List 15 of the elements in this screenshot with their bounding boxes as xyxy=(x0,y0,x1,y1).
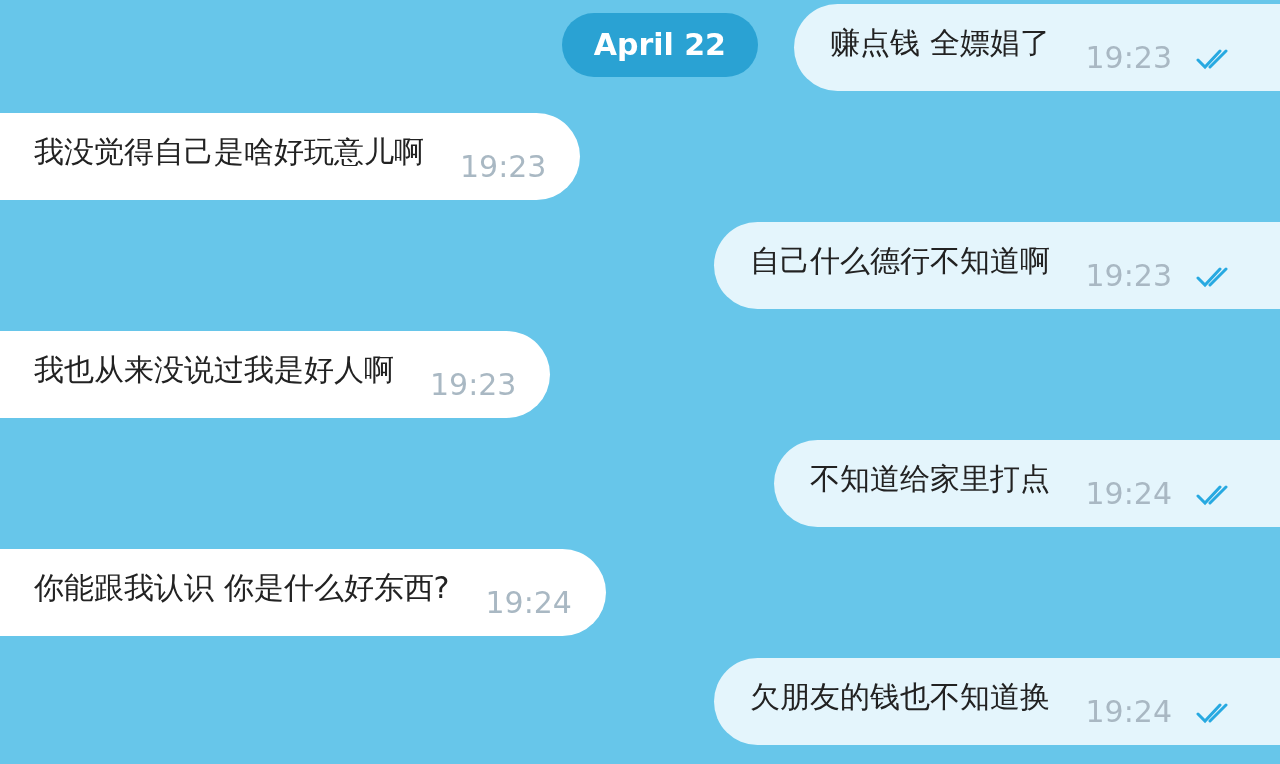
message-text: 你能跟我认识 你是什么好东西? xyxy=(34,569,450,607)
message-time: 19:24 xyxy=(1085,694,1172,729)
message-time: 19:23 xyxy=(460,149,547,184)
message-time: 19:24 xyxy=(485,585,572,620)
message-time: 19:23 xyxy=(1085,40,1172,75)
message-text: 自己什么德行不知道啊 xyxy=(749,242,1050,280)
date-badge: April 22 xyxy=(561,12,758,77)
message-text: 我没觉得自己是啥好玩意儿啊 xyxy=(34,133,424,171)
message-time: 19:23 xyxy=(430,367,517,402)
message-text: 欠朋友的钱也不知道换 xyxy=(749,678,1050,716)
message-time: 19:23 xyxy=(1085,258,1172,293)
message-text: 我也从来没说过我是好人啊 xyxy=(34,351,394,389)
message-text: 不知道给家里打点 xyxy=(809,460,1050,498)
message-time: 19:24 xyxy=(1085,476,1172,511)
message-text: 赚点钱 全嫖娼了 xyxy=(830,24,1050,62)
